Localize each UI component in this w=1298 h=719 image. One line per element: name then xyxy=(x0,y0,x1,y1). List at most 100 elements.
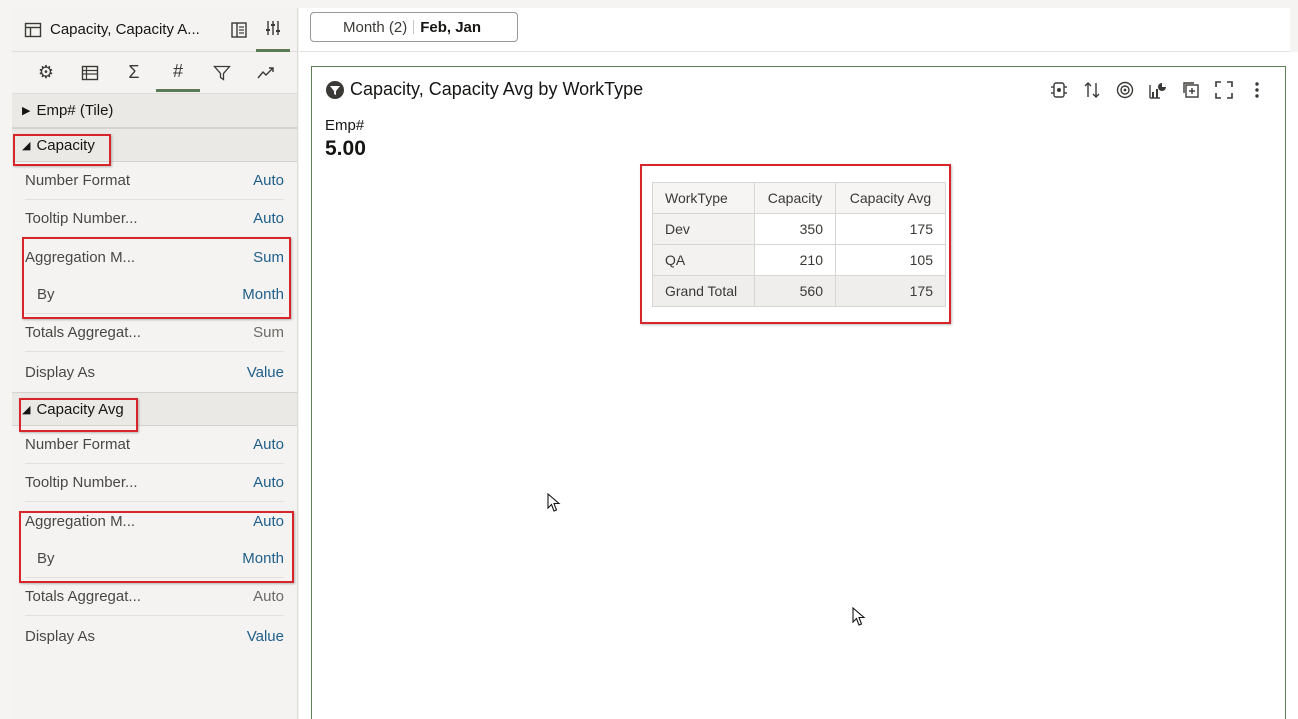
viz-type-icon xyxy=(326,80,344,99)
kebab-menu-icon xyxy=(1254,82,1259,98)
prop-value[interactable]: Value xyxy=(247,628,284,645)
prop-value[interactable]: Value xyxy=(247,364,284,381)
prop-key: By xyxy=(37,550,55,567)
prop-key: Totals Aggregat... xyxy=(25,324,141,341)
prop-display-as[interactable]: Display As Value xyxy=(25,616,284,656)
row-header[interactable]: QA xyxy=(652,244,755,276)
prop-totals-aggregation[interactable]: Totals Aggregat... Sum xyxy=(25,314,284,352)
more-button[interactable] xyxy=(1240,79,1273,101)
section-emp-tile[interactable]: ▶ Emp# (Tile) xyxy=(12,94,297,128)
prop-value[interactable]: Auto xyxy=(253,210,284,227)
chart-type-icon xyxy=(1148,83,1166,99)
prop-totals-aggregation[interactable]: Totals Aggregat... Auto xyxy=(25,578,284,616)
section-emp-tile-label: Emp# (Tile) xyxy=(36,102,114,119)
prop-key: Tooltip Number... xyxy=(25,210,138,227)
section-capacity[interactable]: ◢ Capacity xyxy=(12,128,297,162)
trend-icon xyxy=(257,66,274,78)
table-cell[interactable]: 210 xyxy=(754,244,836,276)
tab-visualization-label: Capacity, Capacity A... xyxy=(50,21,200,38)
sort-button[interactable] xyxy=(1075,79,1108,101)
visualization-frame[interactable]: Capacity, Capacity Avg by WorkType Emp# … xyxy=(311,66,1286,719)
column-header-capacity[interactable]: Capacity xyxy=(754,182,836,214)
tile-value: 5.00 xyxy=(325,137,366,160)
prop-value[interactable]: Sum xyxy=(253,324,284,341)
prop-number-format[interactable]: Number Format Auto xyxy=(25,426,284,464)
row-header[interactable]: Grand Total xyxy=(652,275,755,307)
chart-type-button[interactable] xyxy=(1141,79,1174,101)
table-cell[interactable]: 175 xyxy=(835,213,946,245)
prop-key: Totals Aggregat... xyxy=(25,588,141,605)
prop-number-format[interactable]: Number Format Auto xyxy=(25,162,284,200)
panel-tabbar: Capacity, Capacity A... xyxy=(12,8,297,52)
maximize-button[interactable] xyxy=(1207,79,1240,101)
prop-key: Number Format xyxy=(25,436,131,453)
prop-value[interactable]: Month xyxy=(242,550,284,567)
viz-title-text: Capacity, Capacity Avg by WorkType xyxy=(350,79,644,99)
filter-bar: Month (2) Feb, Jan xyxy=(299,8,1290,52)
table-row: Dev 350 175 xyxy=(652,213,946,245)
general-tab[interactable]: ⚙ xyxy=(24,54,68,92)
prop-aggregation-by[interactable]: By Month xyxy=(25,276,284,314)
pivot-table: WorkType Capacity Capacity Avg Dev 350 1… xyxy=(652,182,946,307)
prop-key: Aggregation M... xyxy=(25,512,136,530)
prop-value[interactable]: Auto xyxy=(253,588,284,605)
tab-visualization[interactable]: Capacity, Capacity A... xyxy=(12,8,222,52)
collapse-triangle-icon: ◢ xyxy=(22,139,31,152)
section-capacity-avg-label: Capacity Avg xyxy=(36,400,124,418)
prop-key: Number Format xyxy=(25,172,131,189)
expand-triangle-icon: ▶ xyxy=(22,105,31,117)
prop-display-as[interactable]: Display As Value xyxy=(25,352,284,392)
data-panel-button[interactable] xyxy=(222,8,256,52)
tile-label: Emp# xyxy=(325,117,365,134)
prop-value[interactable]: Month xyxy=(242,286,284,303)
prop-value[interactable]: Auto xyxy=(253,172,284,189)
section-capacity-label: Capacity xyxy=(36,136,95,154)
add-button[interactable] xyxy=(1174,79,1207,101)
prop-key: Display As xyxy=(25,363,96,381)
table-cell[interactable]: 175 xyxy=(835,275,946,307)
grand-total-row: Grand Total 560 175 xyxy=(652,275,946,307)
properties-button[interactable] xyxy=(256,8,290,52)
table-icon xyxy=(24,22,42,37)
target-button[interactable] xyxy=(1108,79,1141,101)
prop-value[interactable]: Auto xyxy=(253,474,284,491)
sliders-icon xyxy=(266,21,280,35)
edges-icon xyxy=(81,65,99,80)
property-category-bar: ⚙ Σ # xyxy=(12,52,297,94)
mouse-cursor-icon xyxy=(852,607,866,626)
table-cell[interactable]: 350 xyxy=(754,213,836,245)
edges-tab[interactable] xyxy=(68,54,112,92)
analytics-tab[interactable] xyxy=(244,54,288,92)
values-tab[interactable]: # xyxy=(156,54,200,92)
month-filter-pill[interactable]: Month (2) Feb, Jan xyxy=(310,12,518,42)
column-header-worktype[interactable]: WorkType xyxy=(652,182,755,214)
sigma-icon: Σ xyxy=(128,62,140,82)
table-row: QA 210 105 xyxy=(652,244,946,276)
add-copy-icon xyxy=(1182,82,1199,98)
table-cell[interactable]: 105 xyxy=(835,244,946,276)
sort-icon xyxy=(1084,82,1099,98)
filter-icon xyxy=(213,65,231,81)
viz-title: Capacity, Capacity Avg by WorkType xyxy=(325,79,643,100)
column-header-capacity-avg[interactable]: Capacity Avg xyxy=(835,182,946,214)
brain-icon xyxy=(1050,82,1067,98)
prop-aggregation-method[interactable]: Aggregation M... Auto xyxy=(25,502,284,540)
table-cell[interactable]: 560 xyxy=(754,275,836,307)
prop-value[interactable]: Sum xyxy=(253,249,284,266)
prop-key: By xyxy=(37,286,55,303)
section-capacity-avg[interactable]: ◢ Capacity Avg xyxy=(12,392,297,426)
prop-tooltip-number-format[interactable]: Tooltip Number... Auto xyxy=(25,200,284,238)
prop-aggregation-by[interactable]: By Month xyxy=(25,540,284,578)
explain-button[interactable] xyxy=(1042,79,1075,101)
properties-panel: Capacity, Capacity A... ⚙ Σ # ▶ Emp# (Ti… xyxy=(12,8,298,719)
prop-aggregation-method[interactable]: Aggregation M... Sum xyxy=(25,238,284,276)
prop-value[interactable]: Auto xyxy=(253,436,284,453)
gear-icon: ⚙ xyxy=(37,62,55,82)
prop-tooltip-number-format[interactable]: Tooltip Number... Auto xyxy=(25,464,284,502)
hash-icon: # xyxy=(172,60,183,81)
prop-value[interactable]: Auto xyxy=(253,513,284,530)
calculations-tab[interactable]: Σ xyxy=(112,54,156,92)
row-header[interactable]: Dev xyxy=(652,213,755,245)
filters-tab[interactable] xyxy=(200,54,244,92)
collapse-triangle-icon: ◢ xyxy=(22,403,31,416)
